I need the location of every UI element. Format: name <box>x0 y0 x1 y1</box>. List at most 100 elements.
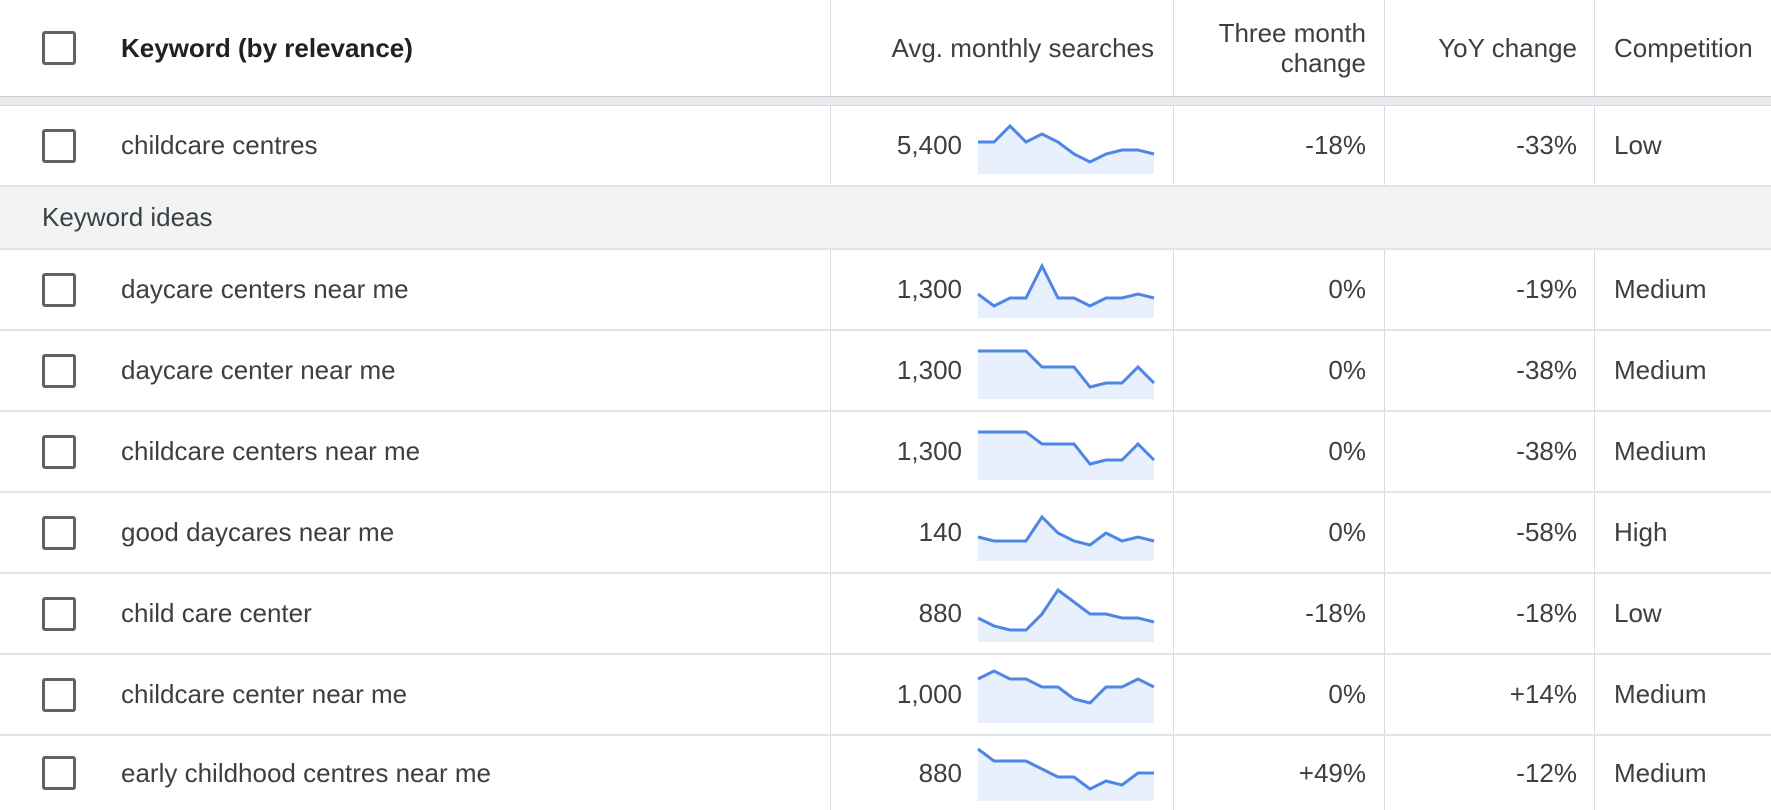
column-header-three-month-line2: change <box>1280 48 1366 78</box>
column-divider <box>1173 655 1174 734</box>
column-divider <box>830 574 831 653</box>
keyword-text: daycare center near me <box>121 355 396 385</box>
avg-monthly-searches: 880 <box>918 598 962 628</box>
table-row: daycare centers near me 1,300 0% -19% Me… <box>0 250 1771 331</box>
column-divider <box>1173 493 1174 572</box>
competition-level: Medium <box>1614 355 1707 385</box>
column-divider <box>1173 736 1174 810</box>
column-divider <box>1594 736 1595 810</box>
column-header-keyword[interactable]: Keyword (by relevance) <box>121 0 821 96</box>
three-month-change: 0% <box>1328 679 1366 709</box>
table-row: childcare centers near me 1,300 0% -38% … <box>0 412 1771 493</box>
row-checkbox[interactable] <box>42 434 76 469</box>
column-divider <box>1594 106 1595 185</box>
section-label: Keyword ideas <box>42 202 213 232</box>
sparkline-area <box>978 670 1154 723</box>
row-checkbox[interactable] <box>42 272 76 307</box>
column-divider <box>1594 412 1595 491</box>
avg-monthly-searches: 140 <box>918 517 962 547</box>
row-checkbox[interactable] <box>42 515 76 550</box>
keyword-table: Keyword (by relevance) Avg. monthly sear… <box>0 0 1771 810</box>
column-divider <box>1384 574 1385 653</box>
sparkline-area <box>978 749 1154 801</box>
three-month-change: 0% <box>1328 517 1366 547</box>
table-row: childcare center near me 1,000 0% +14% M… <box>0 655 1771 736</box>
row-checkbox[interactable] <box>42 596 76 631</box>
select-all-checkbox[interactable] <box>42 31 76 65</box>
trend-sparkline <box>976 736 1158 810</box>
column-divider <box>1594 331 1595 410</box>
yoy-change: -58% <box>1516 517 1577 547</box>
column-divider <box>1594 655 1595 734</box>
avg-monthly-searches: 5,400 <box>896 130 962 160</box>
column-divider <box>1173 106 1174 185</box>
three-month-change: +49% <box>1298 757 1366 788</box>
sparkline-chart <box>978 123 1155 174</box>
column-divider <box>1384 250 1385 329</box>
table-row: daycare center near me 1,300 0% -38% Med… <box>0 331 1771 412</box>
competition-level: Medium <box>1614 679 1707 709</box>
yoy-change: -12% <box>1516 757 1577 788</box>
keyword-text: early childhood centres near me <box>121 757 491 788</box>
column-divider <box>1384 106 1385 185</box>
column-divider <box>1594 493 1595 572</box>
column-divider <box>830 412 831 491</box>
row-checkbox[interactable] <box>42 677 76 712</box>
avg-monthly-searches: 1,300 <box>896 436 962 466</box>
trend-sparkline <box>976 106 1158 185</box>
column-divider <box>830 106 831 185</box>
three-month-change: -18% <box>1305 130 1366 160</box>
column-divider <box>830 250 831 329</box>
three-month-change: 0% <box>1328 274 1366 304</box>
row-checkbox[interactable] <box>42 128 76 163</box>
keyword-text: childcare center near me <box>121 679 408 709</box>
column-header-competition[interactable]: Competition <box>1614 0 1771 96</box>
yoy-change: -38% <box>1516 436 1577 466</box>
column-header-three-month-change[interactable]: Three month change <box>1174 0 1366 96</box>
three-month-change: 0% <box>1328 436 1366 466</box>
competition-level: Medium <box>1614 274 1707 304</box>
column-divider <box>1384 331 1385 410</box>
trend-sparkline <box>976 493 1158 572</box>
avg-monthly-searches: 1,300 <box>896 355 962 385</box>
competition-level: High <box>1614 517 1668 547</box>
competition-level: Medium <box>1614 757 1707 788</box>
section-keyword-ideas: Keyword ideas <box>0 187 1771 250</box>
row-checkbox[interactable] <box>42 756 76 790</box>
column-divider <box>1384 412 1385 491</box>
three-month-change: -18% <box>1305 598 1366 628</box>
yoy-change: -19% <box>1516 274 1577 304</box>
column-divider <box>1173 0 1174 96</box>
yoy-change: -33% <box>1516 130 1577 160</box>
sparkline-area <box>978 265 1154 318</box>
column-divider <box>830 736 831 810</box>
avg-monthly-searches: 1,300 <box>896 274 962 304</box>
column-divider <box>1384 736 1385 810</box>
column-header-yoy-change[interactable]: YoY change <box>1385 0 1577 96</box>
row-checkbox[interactable] <box>42 353 76 388</box>
column-divider <box>1594 574 1595 653</box>
competition-level: Medium <box>1614 436 1707 466</box>
keyword-text: childcare centres <box>121 130 318 160</box>
table-row: early childhood centres near me 880 +49%… <box>0 736 1771 810</box>
sparkline-area <box>978 350 1154 399</box>
column-divider <box>1384 493 1385 572</box>
sparkline-chart <box>977 668 1155 723</box>
sparkline-chart <box>977 587 1155 642</box>
yoy-change: +14% <box>1509 679 1577 709</box>
avg-monthly-searches: 880 <box>918 757 962 788</box>
sparkline-chart <box>977 514 1155 561</box>
column-divider <box>1173 412 1174 491</box>
trend-sparkline <box>976 655 1158 734</box>
trend-sparkline <box>976 574 1158 653</box>
trend-sparkline <box>976 250 1158 329</box>
column-divider <box>830 0 831 96</box>
sparkline-chart <box>978 430 1156 480</box>
sparkline-chart <box>978 349 1156 399</box>
sparkline-chart <box>977 262 1155 318</box>
sparkline-chart <box>977 747 1154 801</box>
column-divider <box>1173 250 1174 329</box>
column-header-avg-monthly-searches[interactable]: Avg. monthly searches <box>830 0 1154 96</box>
column-divider <box>830 331 831 410</box>
column-divider <box>1384 0 1385 96</box>
